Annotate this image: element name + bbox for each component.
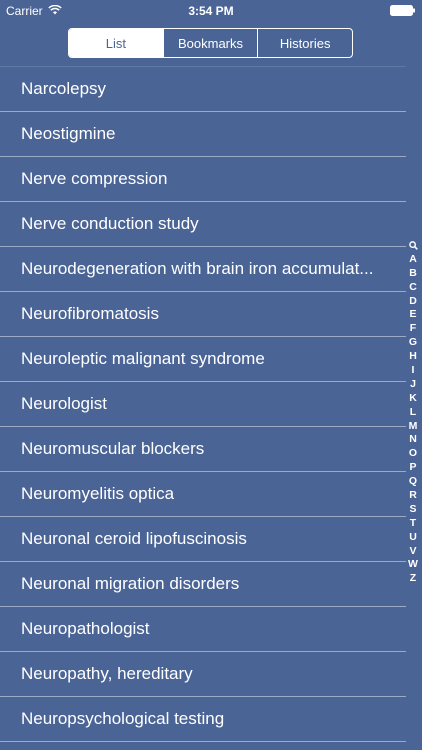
index-letter[interactable]: V: [409, 545, 416, 559]
clock: 3:54 PM: [188, 4, 234, 18]
index-letter[interactable]: G: [409, 336, 417, 350]
index-letter[interactable]: W: [408, 558, 418, 572]
index-letter[interactable]: B: [409, 267, 417, 281]
list-item-label: Neuropathy, hereditary: [21, 664, 193, 683]
list-item[interactable]: Neuropsychological testing: [0, 697, 406, 742]
index-letter[interactable]: J: [410, 378, 416, 392]
index-letter[interactable]: Q: [409, 475, 417, 489]
search-icon[interactable]: [408, 239, 418, 253]
segment-list[interactable]: List: [69, 29, 163, 57]
index-letter[interactable]: L: [410, 406, 416, 420]
list-item[interactable]: Neuronal migration disorders: [0, 562, 406, 607]
list-item-label: Narcolepsy: [21, 79, 107, 98]
index-letter[interactable]: O: [409, 447, 417, 461]
list-item[interactable]: Neostigmine: [0, 112, 406, 157]
status-bar: Carrier 3:54 PM: [0, 0, 422, 22]
list-item-label: Neurodegeneration with brain iron accumu…: [21, 259, 374, 278]
section-index[interactable]: A B C D E F G H I J K L M N O P Q R S T …: [406, 239, 420, 586]
index-letter[interactable]: H: [409, 350, 417, 364]
list-item-label: Neuropathologist: [21, 619, 150, 638]
list-item-label: Neuronal ceroid lipofuscinosis: [21, 529, 247, 548]
index-letter[interactable]: M: [409, 420, 418, 434]
list-item[interactable]: Neurodegeneration with brain iron accumu…: [0, 247, 406, 292]
term-list: Narcolepsy Neostigmine Nerve compression…: [0, 66, 406, 742]
index-letter[interactable]: P: [409, 461, 416, 475]
list-item-label: Neuroleptic malignant syndrome: [21, 349, 265, 368]
index-letter[interactable]: E: [409, 308, 416, 322]
list-item[interactable]: Neurofibromatosis: [0, 292, 406, 337]
list-item[interactable]: Neuronal ceroid lipofuscinosis: [0, 517, 406, 562]
battery-icon: [390, 5, 416, 19]
index-letter[interactable]: T: [410, 517, 416, 531]
index-letter[interactable]: D: [409, 295, 417, 309]
list-item[interactable]: Neuroleptic malignant syndrome: [0, 337, 406, 382]
index-letter[interactable]: I: [412, 364, 415, 378]
view-segmented-control: List Bookmarks Histories: [68, 28, 353, 58]
list-item[interactable]: Nerve conduction study: [0, 202, 406, 247]
list-item-label: Neuromuscular blockers: [21, 439, 205, 458]
list-item-label: Neostigmine: [21, 124, 116, 143]
list-item[interactable]: Neuropathologist: [0, 607, 406, 652]
list-item-label: Neurofibromatosis: [21, 304, 159, 323]
list-item-label: Neuronal migration disorders: [21, 574, 240, 593]
index-letter[interactable]: A: [409, 253, 417, 267]
index-letter[interactable]: K: [409, 392, 417, 406]
index-letter[interactable]: R: [409, 489, 417, 503]
list-item[interactable]: Neurologist: [0, 382, 406, 427]
list-item[interactable]: Neuromyelitis optica: [0, 472, 406, 517]
segment-histories[interactable]: Histories: [257, 29, 352, 57]
list-item[interactable]: Narcolepsy: [0, 66, 406, 112]
list-item-label: Neuropsychological testing: [21, 709, 225, 728]
index-letter[interactable]: F: [410, 322, 416, 336]
list-item[interactable]: Neuropathy, hereditary: [0, 652, 406, 697]
app-screen: Carrier 3:54 PM List Bookmarks Histories…: [0, 0, 422, 750]
list-item[interactable]: Nerve compression: [0, 157, 406, 202]
list-item-label: Neuromyelitis optica: [21, 484, 175, 503]
index-letter[interactable]: S: [409, 503, 416, 517]
index-letter[interactable]: C: [409, 281, 417, 295]
list-item-label: Nerve compression: [21, 169, 168, 188]
list-item[interactable]: Neuromuscular blockers: [0, 427, 406, 472]
index-letter[interactable]: Z: [410, 572, 416, 586]
index-letter[interactable]: U: [409, 531, 417, 545]
index-letter[interactable]: N: [409, 433, 417, 447]
list-item-label: Neurologist: [21, 394, 107, 413]
list-item-label: Nerve conduction study: [21, 214, 199, 233]
segment-bookmarks[interactable]: Bookmarks: [162, 29, 258, 57]
